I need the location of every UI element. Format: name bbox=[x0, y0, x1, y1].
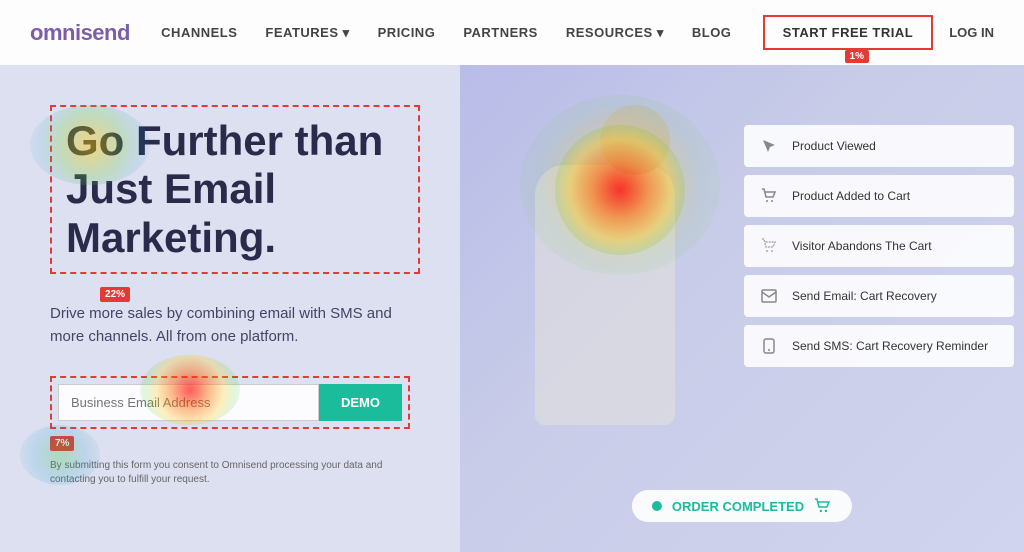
workflow-label-4: Send Email: Cart Recovery bbox=[792, 289, 937, 303]
hero-subheadline: Drive more sales by combining email with… bbox=[50, 302, 420, 349]
nav-link-resources[interactable]: RESOURCES ▾ bbox=[566, 25, 664, 40]
nav-link-features[interactable]: FEATURES ▾ bbox=[265, 25, 349, 40]
email-form-box: DEMO bbox=[50, 376, 410, 429]
order-completed: ORDER COMPLETED bbox=[632, 490, 852, 522]
workflow-card-5: Send SMS: Cart Recovery Reminder bbox=[744, 325, 1014, 367]
nav-link-channels[interactable]: CHANNELS bbox=[161, 25, 237, 40]
headline-badge: 22% bbox=[100, 287, 130, 302]
cart-add-icon bbox=[758, 185, 780, 207]
workflow-card-1: Product Viewed bbox=[744, 125, 1014, 167]
navbar: omnisend CHANNELS FEATURES ▾ PRICING PAR… bbox=[0, 0, 1024, 65]
nav-link-partners[interactable]: PARTNERS bbox=[463, 25, 538, 40]
nav-item-resources[interactable]: RESOURCES ▾ bbox=[566, 24, 664, 42]
nav-links: CHANNELS FEATURES ▾ PRICING PARTNERS RES… bbox=[161, 24, 731, 42]
nav-item-features[interactable]: FEATURES ▾ bbox=[265, 24, 349, 42]
sms-icon bbox=[758, 335, 780, 357]
demo-button[interactable]: DEMO bbox=[319, 384, 402, 421]
consent-text: By submitting this form you consent to O… bbox=[50, 459, 390, 487]
nav-item-blog[interactable]: BLOG bbox=[692, 24, 732, 42]
nav-item-channels[interactable]: CHANNELS bbox=[161, 24, 237, 42]
main-content: Go Further than Just Email Marketing. 22… bbox=[0, 65, 1024, 552]
person-area bbox=[490, 105, 720, 505]
workflow-card-3: Visitor Abandons The Cart bbox=[744, 225, 1014, 267]
headline-box: Go Further than Just Email Marketing. bbox=[50, 105, 420, 274]
workflow-label-2: Product Added to Cart bbox=[792, 189, 910, 203]
workflow-card-2: Product Added to Cart bbox=[744, 175, 1014, 217]
workflow-label-1: Product Viewed bbox=[792, 139, 876, 153]
login-button[interactable]: LOG IN bbox=[949, 25, 994, 40]
workflow-card-4: Send Email: Cart Recovery bbox=[744, 275, 1014, 317]
right-panel: Product Viewed Product Added to Cart Vis… bbox=[460, 65, 1024, 552]
workflow-label-5: Send SMS: Cart Recovery Reminder bbox=[792, 339, 988, 353]
cursor-icon bbox=[758, 135, 780, 157]
order-dot bbox=[652, 501, 662, 511]
email-input[interactable] bbox=[58, 384, 319, 421]
cart-abandon-icon bbox=[758, 235, 780, 257]
nav-item-pricing[interactable]: PRICING bbox=[378, 24, 436, 42]
logo[interactable]: omnisend bbox=[30, 20, 130, 46]
email-icon bbox=[758, 285, 780, 307]
nav-item-partners[interactable]: PARTNERS bbox=[463, 24, 538, 42]
logo-prefix: omni bbox=[30, 20, 81, 45]
workflow-cards: Product Viewed Product Added to Cart Vis… bbox=[744, 125, 1014, 367]
left-panel: Go Further than Just Email Marketing. 22… bbox=[0, 65, 460, 552]
form-badge: 7% bbox=[50, 436, 74, 451]
nav-link-pricing[interactable]: PRICING bbox=[378, 25, 436, 40]
logo-highlight: send bbox=[81, 20, 130, 45]
cart-complete-icon bbox=[814, 498, 832, 514]
nav-link-blog[interactable]: BLOG bbox=[692, 25, 732, 40]
workflow-label-3: Visitor Abandons The Cart bbox=[792, 239, 932, 253]
order-completed-label: ORDER COMPLETED bbox=[672, 499, 804, 514]
hero-headline: Go Further than Just Email Marketing. bbox=[66, 117, 404, 262]
trial-button[interactable]: START FREE TRIAL bbox=[763, 15, 934, 50]
heat-badge-trial: 1% bbox=[845, 50, 869, 63]
nav-right: START FREE TRIAL LOG IN bbox=[763, 15, 994, 50]
